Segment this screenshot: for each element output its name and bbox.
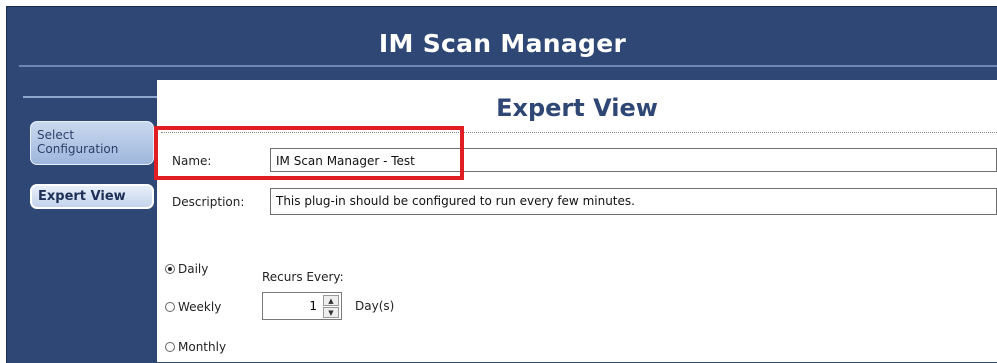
radio-selected-icon xyxy=(165,264,175,274)
title-divider xyxy=(19,65,997,67)
radio-monthly[interactable]: Monthly xyxy=(165,340,226,354)
recurs-label: Recurs Every: xyxy=(262,270,344,284)
radio-daily[interactable]: Daily xyxy=(165,262,208,276)
sidebar-divider xyxy=(23,96,157,98)
stepper-down-icon[interactable]: ▼ xyxy=(323,307,339,318)
title-bar: IM Scan Manager xyxy=(7,7,997,75)
radio-weekly[interactable]: Weekly xyxy=(165,300,221,314)
page-title: Expert View xyxy=(496,94,658,122)
recurs-unit: Day(s) xyxy=(355,299,395,313)
radio-daily-label: Daily xyxy=(178,262,209,276)
radio-monthly-label: Monthly xyxy=(178,340,227,354)
description-label: Description: xyxy=(172,195,245,209)
sidebar-item-expert-view[interactable]: Expert View xyxy=(30,184,154,209)
sidebar-item-select-configuration[interactable]: Select Configuration xyxy=(30,121,154,165)
recurs-stepper[interactable]: 1 ▲ ▼ xyxy=(262,292,342,320)
radio-weekly-label: Weekly xyxy=(178,300,222,314)
window-title: IM Scan Manager xyxy=(378,29,627,58)
stepper-up-icon[interactable]: ▲ xyxy=(323,295,339,306)
radio-unselected-icon xyxy=(165,342,175,352)
radio-unselected-icon xyxy=(165,302,175,312)
recurs-value: 1 xyxy=(309,299,317,313)
highlight-box xyxy=(154,126,464,180)
description-field[interactable]: This plug-in should be configured to run… xyxy=(270,188,997,215)
sidebar: Select Configuration Expert View xyxy=(7,77,159,363)
